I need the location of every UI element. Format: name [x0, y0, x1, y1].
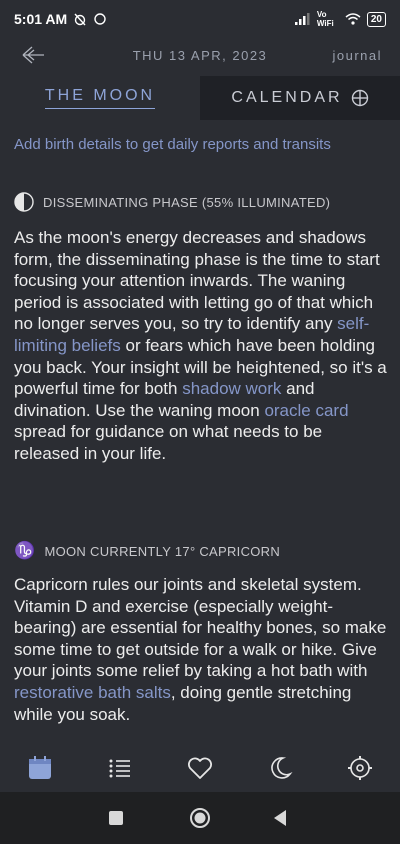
list-icon[interactable] [106, 754, 134, 782]
wifi-icon [345, 13, 361, 25]
capricorn-icon: ♑ [14, 541, 36, 560]
phase-heading-row: DISSEMINATING PHASE (55% ILLUMINATED) [14, 192, 330, 212]
sign-heading: MOON CURRENTLY 17° CAPRICORN [44, 543, 281, 559]
sign-heading-row: ♑ MOON CURRENTLY 17° CAPRICORN [14, 541, 280, 561]
status-left: 5:01 AM [14, 11, 107, 27]
tab-the-moon-label: THE MOON [44, 87, 156, 109]
battery-indicator: 20 [366, 11, 386, 27]
sign-text-1: Capricorn rules our joints and skeletal … [14, 575, 387, 681]
globe-plus-icon [351, 89, 368, 107]
network-label: Vo WiFi [316, 10, 334, 28]
restorative-bath-salts-link[interactable]: restorative bath salts [14, 683, 171, 702]
tab-bar: THE MOON CALENDAR [0, 76, 400, 120]
heart-icon[interactable] [186, 754, 214, 782]
oracle-card-link[interactable]: oracle card [264, 401, 348, 420]
recents-button-icon[interactable] [108, 810, 124, 826]
bottom-navigation [0, 744, 400, 792]
sync-icon [94, 13, 106, 25]
phase-text-4: spread for guidance on what needs to be … [14, 422, 323, 463]
app-header: THU 13 APR, 2023 journal [0, 38, 400, 74]
phase-heading: DISSEMINATING PHASE (55% ILLUMINATED) [43, 194, 331, 210]
sign-description: Capricorn rules our joints and skeletal … [14, 574, 388, 725]
crescent-moon-icon[interactable] [266, 754, 294, 782]
add-birth-details-link[interactable]: Add birth details to get daily reports a… [14, 136, 390, 153]
settings-icon[interactable] [346, 754, 374, 782]
status-bar: 5:01 AM Vo WiFi 20 [0, 0, 400, 38]
tab-calendar-label: CALENDAR [231, 89, 343, 106]
shadow-work-link[interactable]: shadow work [182, 379, 281, 398]
status-right: Vo WiFi 20 [294, 10, 386, 28]
phase-description: As the moon's energy decreases and shado… [14, 227, 388, 465]
tab-calendar[interactable]: CALENDAR [200, 76, 400, 120]
alarm-off-icon [74, 13, 86, 26]
back-button-icon[interactable] [272, 809, 288, 827]
home-button-icon[interactable] [189, 807, 211, 829]
journal-link[interactable]: journal [332, 48, 382, 63]
status-time: 5:01 AM [14, 11, 68, 27]
tab-the-moon[interactable]: THE MOON [0, 76, 200, 120]
signal-icon [294, 13, 310, 25]
calendar-icon[interactable] [26, 754, 54, 782]
half-moon-icon [14, 192, 34, 212]
system-navigation-bar [0, 792, 400, 844]
phase-text-1: As the moon's energy decreases and shado… [14, 228, 380, 334]
